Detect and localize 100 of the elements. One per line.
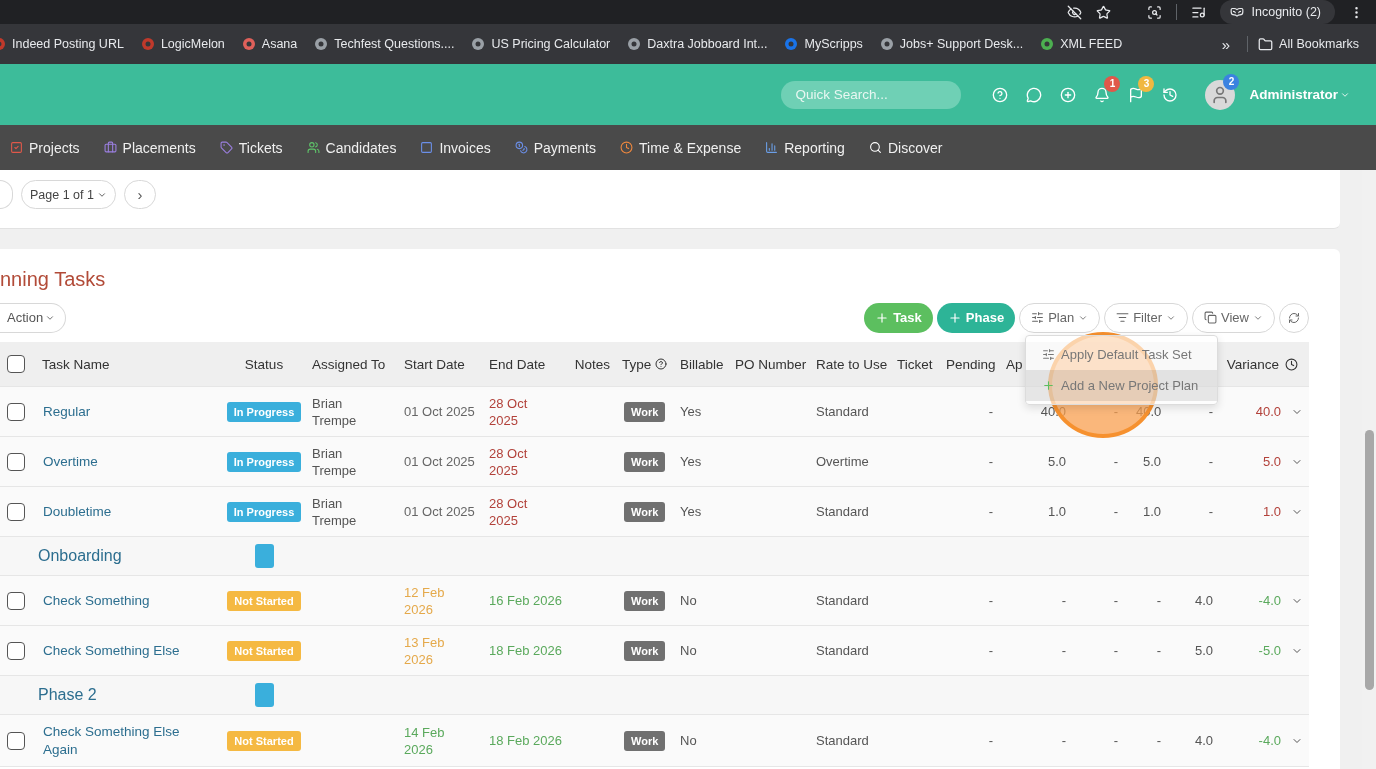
table-cell-text: 28 Oct 2025 bbox=[488, 444, 529, 479]
eye-off-icon[interactable] bbox=[1066, 4, 1082, 20]
table-cell-text: Yes bbox=[679, 403, 703, 420]
bookmark[interactable]: Indeed Posting URL bbox=[0, 37, 132, 51]
nav-item[interactable]: Time & Expense bbox=[620, 139, 742, 156]
next-page-button[interactable]: › bbox=[123, 180, 156, 209]
status-badge: In Progress bbox=[226, 401, 302, 422]
table-cell-text: - bbox=[987, 732, 994, 749]
row-checkbox[interactable] bbox=[7, 591, 25, 610]
table-cell-text: - bbox=[987, 403, 994, 420]
column-header: Task Name bbox=[41, 356, 111, 372]
table-cell-text: Overtime bbox=[815, 453, 870, 470]
plus-icon bbox=[1042, 379, 1055, 392]
table-cell-text: 01 Oct 2025 bbox=[403, 453, 476, 470]
nav-item[interactable]: Discover bbox=[868, 139, 943, 156]
nav-item[interactable]: Payments bbox=[514, 139, 596, 156]
select-all-checkbox[interactable] bbox=[7, 355, 25, 373]
checkbox-icon bbox=[10, 141, 23, 154]
table-cell-text: 14 Feb 2026 bbox=[403, 723, 446, 758]
bookmark[interactable]: Daxtra Jobboard Int... bbox=[627, 37, 776, 51]
action-button[interactable]: Action bbox=[0, 302, 67, 333]
plan-button[interactable]: Plan bbox=[1019, 302, 1101, 333]
bookmark[interactable]: Techfest Questions.... bbox=[314, 37, 463, 51]
phase-name[interactable]: Onboarding bbox=[36, 547, 222, 565]
table-cell-text: 1.0 bbox=[1261, 504, 1282, 519]
type-badge: Work bbox=[624, 590, 666, 611]
table-cell-text: - bbox=[1155, 732, 1162, 749]
nav-item[interactable]: Invoices bbox=[420, 139, 491, 156]
table-cell-text: 5.0 bbox=[1261, 454, 1282, 469]
table-cell-text: Brian Trempe bbox=[311, 494, 358, 529]
flag-count: 3 bbox=[1138, 75, 1155, 92]
filter-button[interactable]: Filter bbox=[1104, 302, 1189, 333]
row-checkbox[interactable] bbox=[7, 502, 25, 521]
plus-icon bbox=[947, 310, 962, 325]
task-link[interactable]: Regular bbox=[36, 402, 222, 421]
phase-name[interactable]: Phase 2 bbox=[36, 686, 222, 704]
star-icon[interactable] bbox=[1095, 4, 1111, 20]
table-cell-text: - bbox=[1060, 732, 1067, 749]
task-link[interactable]: Check Something Else Again bbox=[36, 722, 222, 759]
column-header: Notes bbox=[573, 356, 611, 372]
task-link[interactable]: Check Something Else bbox=[36, 641, 222, 660]
table-cell-text: - bbox=[1112, 453, 1119, 470]
status-badge: In Progress bbox=[226, 501, 302, 522]
table-cell-text: - bbox=[1112, 403, 1119, 420]
bookmark[interactable]: LogicMelon bbox=[140, 37, 233, 51]
type-badge: Work bbox=[624, 451, 666, 472]
table-cell-text: Standard bbox=[815, 642, 870, 659]
column-header: Variance bbox=[1225, 356, 1280, 372]
column-header: Type bbox=[622, 356, 652, 372]
bookmark[interactable]: Jobs+ Support Desk... bbox=[879, 37, 1032, 51]
history-icon[interactable] bbox=[1162, 86, 1179, 103]
chat-icon[interactable] bbox=[1026, 86, 1043, 103]
clock-icon[interactable] bbox=[1285, 357, 1298, 371]
quick-search-field[interactable]: Quick Search... bbox=[781, 80, 962, 109]
table-cell-text: -5.0 bbox=[1257, 643, 1282, 658]
avatar[interactable] bbox=[1205, 79, 1236, 110]
table-cell-text: 1.0 bbox=[1141, 503, 1162, 520]
nav-item[interactable]: Candidates bbox=[306, 139, 397, 156]
search-tab-icon[interactable] bbox=[1146, 4, 1162, 20]
table-cell-text: No bbox=[679, 732, 698, 749]
table-cell-text: 16 Feb 2026 bbox=[488, 592, 563, 609]
add-icon[interactable] bbox=[1060, 86, 1077, 103]
type-badge: Work bbox=[624, 401, 666, 422]
task-link[interactable]: Check Something bbox=[36, 591, 222, 610]
more-bookmarks-button[interactable]: » bbox=[1221, 35, 1239, 53]
row-checkbox[interactable] bbox=[7, 452, 25, 471]
bookmark[interactable]: Asana bbox=[241, 37, 306, 51]
bell-icon[interactable] bbox=[1094, 86, 1111, 103]
bookmark[interactable]: XML FEED bbox=[1040, 37, 1131, 51]
bookmark[interactable]: MyScripps bbox=[784, 37, 871, 51]
nav-item[interactable]: Reporting bbox=[765, 139, 845, 156]
all-bookmarks-button[interactable]: All Bookmarks bbox=[1258, 36, 1367, 52]
task-link[interactable]: Overtime bbox=[36, 452, 222, 471]
site-icon bbox=[314, 37, 329, 51]
nav-item[interactable]: Projects bbox=[10, 139, 80, 156]
table-cell-text: 13 Feb 2026 bbox=[403, 633, 446, 668]
media-icon[interactable] bbox=[1190, 4, 1206, 20]
nav-item[interactable]: Tickets bbox=[219, 139, 283, 156]
page-select[interactable]: Page 1 of 1 bbox=[21, 180, 116, 209]
row-checkbox[interactable] bbox=[7, 731, 25, 750]
flag-icon[interactable] bbox=[1128, 86, 1145, 103]
row-checkbox[interactable] bbox=[7, 402, 25, 421]
row-checkbox[interactable] bbox=[7, 641, 25, 660]
help-icon[interactable] bbox=[655, 358, 668, 370]
table-cell-text: - bbox=[1112, 732, 1119, 749]
view-button[interactable]: View bbox=[1192, 302, 1275, 333]
profile-button[interactable]: Incognito (2) bbox=[1219, 0, 1335, 24]
filter-icon bbox=[1116, 311, 1130, 324]
table-cell-text: - bbox=[1207, 403, 1214, 420]
refresh-icon bbox=[1288, 311, 1300, 324]
nav-item[interactable]: Placements bbox=[103, 139, 196, 156]
table-cell-text: No bbox=[679, 592, 698, 609]
bookmark[interactable]: US Pricing Calculator bbox=[471, 37, 619, 51]
site-icon bbox=[140, 37, 155, 51]
task-link[interactable]: Doubletime bbox=[36, 502, 222, 521]
refresh-button[interactable] bbox=[1279, 302, 1309, 333]
site-icon bbox=[879, 37, 894, 51]
type-badge: Work bbox=[624, 501, 666, 522]
notification-count: 1 bbox=[1104, 75, 1121, 92]
plus-icon bbox=[875, 310, 890, 325]
